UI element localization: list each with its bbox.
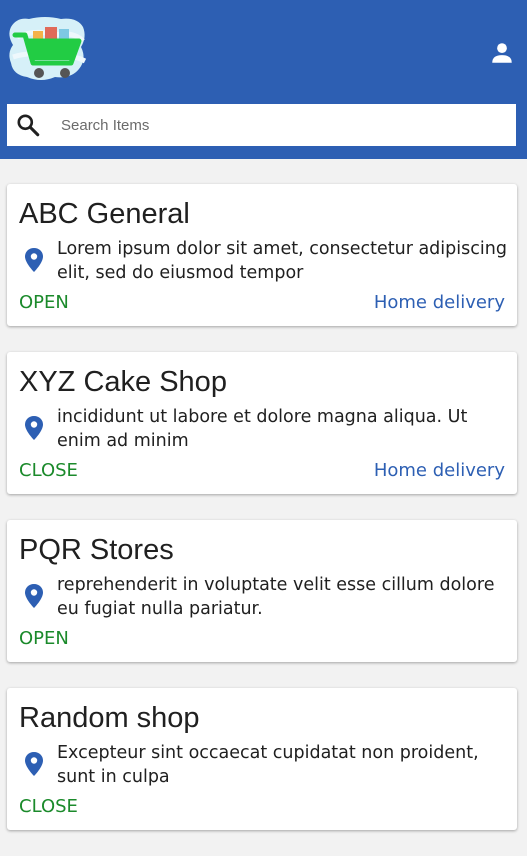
store-address: Lorem ipsum dolor sit amet, consectetur … bbox=[57, 239, 507, 283]
store-status: OPEN bbox=[19, 628, 69, 649]
person-icon bbox=[492, 43, 512, 63]
location-pin-icon bbox=[25, 248, 43, 272]
store-status: CLOSE bbox=[19, 796, 78, 817]
app-logo[interactable] bbox=[7, 13, 87, 89]
search-button[interactable] bbox=[7, 104, 49, 146]
store-name: XYZ Cake Shop bbox=[19, 366, 227, 398]
location-pin-icon bbox=[25, 584, 43, 608]
store-address: Excepteur sint occaecat cupidatat non pr… bbox=[57, 743, 479, 787]
location-pin-icon bbox=[25, 416, 43, 440]
home-delivery-label: Home delivery bbox=[373, 292, 505, 313]
store-status: CLOSE bbox=[19, 460, 78, 481]
account-button[interactable] bbox=[488, 39, 516, 67]
app-header bbox=[0, 0, 527, 159]
store-name: PQR Stores bbox=[19, 534, 174, 566]
home-delivery-label: Home delivery bbox=[373, 460, 505, 481]
store-address: reprehenderit in voluptate velit esse ci… bbox=[57, 575, 495, 619]
store-card[interactable]: Random shop Excepteur sint occaecat cupi… bbox=[7, 688, 517, 830]
store-card[interactable]: ABC General Lorem ipsum dolor sit amet, … bbox=[7, 184, 517, 326]
search-bar[interactable] bbox=[7, 104, 516, 146]
search-icon bbox=[17, 114, 40, 137]
store-status: OPEN bbox=[19, 292, 69, 313]
location-pin-icon bbox=[25, 752, 43, 776]
store-list: ABC General Lorem ipsum dolor sit amet, … bbox=[7, 184, 517, 856]
store-card[interactable]: PQR Stores reprehenderit in voluptate ve… bbox=[7, 520, 517, 662]
shopping-cart-icon bbox=[9, 17, 87, 80]
store-name: Random shop bbox=[19, 702, 200, 734]
store-name: ABC General bbox=[19, 198, 190, 230]
store-card[interactable]: XYZ Cake Shop incididunt ut labore et do… bbox=[7, 352, 517, 494]
search-input[interactable] bbox=[59, 104, 503, 146]
store-address: incididunt ut labore et dolore magna ali… bbox=[57, 407, 468, 451]
